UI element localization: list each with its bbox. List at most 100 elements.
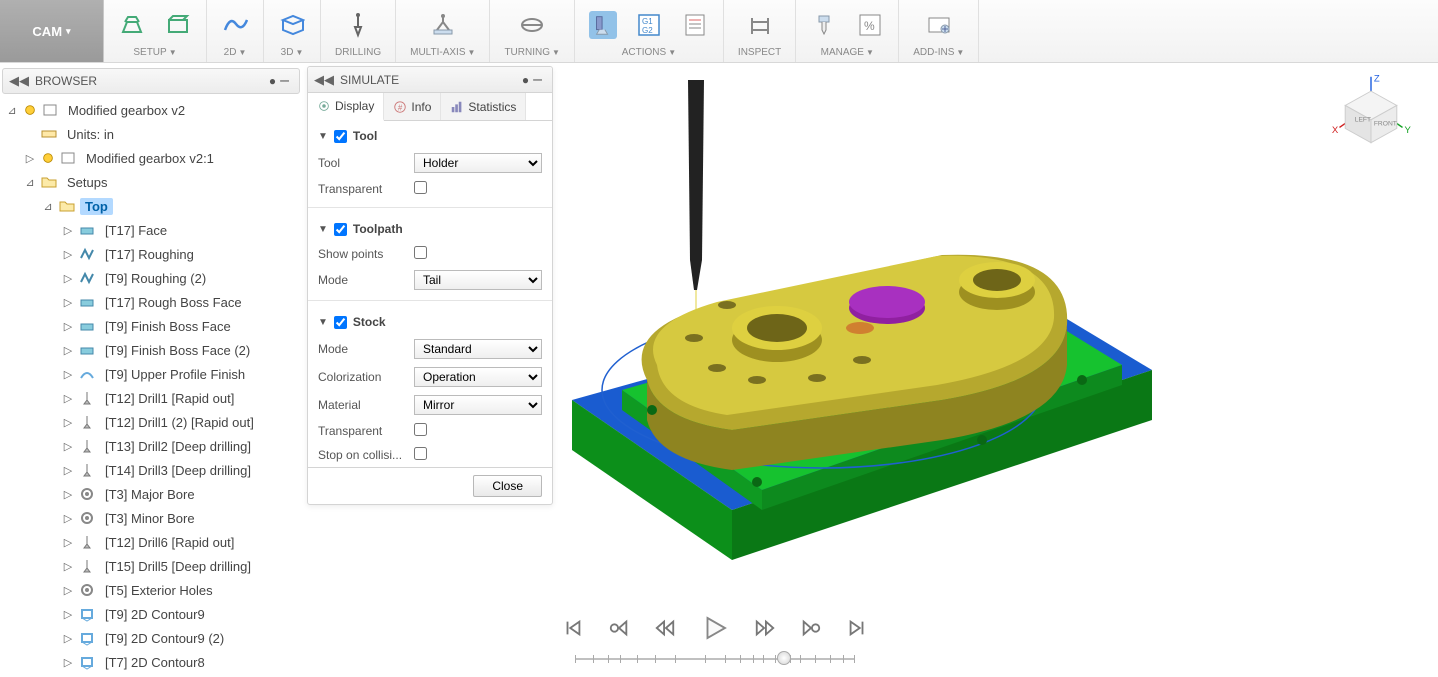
expand-icon[interactable]: ▷ (62, 536, 74, 549)
workspace-mode-button[interactable]: CAM ▾ (0, 0, 104, 62)
toolbar-group-label[interactable]: DRILLING (335, 47, 381, 58)
operation-row[interactable]: ▷[T17] Roughing (6, 242, 302, 266)
operation-row[interactable]: ▷[T12] Drill1 [Rapid out] (6, 386, 302, 410)
expand-icon[interactable]: ▷ (62, 632, 74, 645)
tab-info[interactable]: #Info (384, 93, 441, 120)
toolbar-group-label[interactable]: INSPECT (738, 47, 781, 58)
section-tool[interactable]: ▼Tool (308, 121, 552, 149)
toolbar-icon[interactable] (344, 11, 372, 39)
toolbar-icon[interactable] (589, 11, 617, 39)
tree-root[interactable]: ⊿ Modified gearbox v2 (6, 98, 302, 122)
tree-setup-top[interactable]: ⊿ Top (6, 194, 302, 218)
expand-icon[interactable]: ▷ (62, 440, 74, 453)
expand-icon[interactable]: ▷ (62, 224, 74, 237)
tree-units[interactable]: Units: in (6, 122, 302, 146)
part-model[interactable] (562, 80, 1168, 580)
panel-min-icon[interactable]: – (280, 77, 289, 85)
close-button[interactable]: Close (473, 475, 542, 497)
toolbar-icon[interactable] (925, 11, 953, 39)
step-back-button[interactable] (608, 617, 630, 639)
expand-icon[interactable]: ▷ (62, 584, 74, 597)
operation-row[interactable]: ▷[T5] Exterior Holes (6, 578, 302, 602)
toolpath-enable-checkbox[interactable] (334, 223, 347, 236)
operation-row[interactable]: ▷[T17] Rough Boss Face (6, 290, 302, 314)
viewcube[interactable]: Z X Y LEFT FRONT (1328, 72, 1414, 158)
showpoints-checkbox[interactable] (414, 246, 427, 259)
panel-options-icon[interactable]: ● (522, 73, 529, 87)
toolbar-group-label[interactable]: MANAGE▼ (821, 47, 874, 58)
toolbar-group-label[interactable]: TURNING▼ (504, 47, 559, 58)
tree-setups[interactable]: ⊿ Setups (6, 170, 302, 194)
play-button[interactable] (700, 613, 730, 643)
toolbar-icon[interactable]: G1G2 (635, 11, 663, 39)
chevron-down-icon[interactable]: ▼ (318, 131, 328, 142)
expand-icon[interactable]: ▷ (62, 656, 74, 669)
playback-thumb[interactable] (777, 651, 791, 665)
expand-icon[interactable]: ▷ (24, 152, 36, 165)
toolbar-icon[interactable] (746, 11, 774, 39)
tool-enable-checkbox[interactable] (334, 130, 347, 143)
colorization-select[interactable]: Operation (414, 367, 542, 387)
toolbar-icon[interactable] (278, 11, 306, 39)
toolbar-group-label[interactable]: MULTI-AXIS▼ (410, 47, 475, 58)
toolbar-icon[interactable] (221, 11, 249, 39)
toolbar-icon[interactable]: % (856, 11, 884, 39)
chevron-down-icon[interactable]: ▼ (318, 317, 328, 328)
section-stock[interactable]: ▼Stock (308, 307, 552, 335)
operation-row[interactable]: ▷[T14] Drill3 [Deep drilling] (6, 458, 302, 482)
toolpath-mode-select[interactable]: Tail (414, 270, 542, 290)
toolbar-icon[interactable] (429, 11, 457, 39)
expand-icon[interactable]: ▷ (62, 368, 74, 381)
toolbar-group-label[interactable]: ADD-INS▼ (913, 47, 964, 58)
step-forward-button[interactable] (800, 617, 822, 639)
operation-row[interactable]: ▷[T17] Face (6, 218, 302, 242)
section-toolpath[interactable]: ▼Toolpath (308, 214, 552, 242)
operation-row[interactable]: ▷[T13] Drill2 [Deep drilling] (6, 434, 302, 458)
expand-icon[interactable]: ▷ (62, 272, 74, 285)
panel-options-icon[interactable]: ● (269, 74, 276, 88)
expand-icon[interactable]: ⊿ (42, 200, 54, 213)
operation-row[interactable]: ▷[T9] 2D Contour9 (6, 602, 302, 626)
expand-icon[interactable]: ▷ (62, 488, 74, 501)
stop-collision-checkbox[interactable] (414, 447, 427, 460)
expand-icon[interactable]: ▷ (62, 392, 74, 405)
skip-end-button[interactable] (846, 617, 868, 639)
expand-icon[interactable]: ▷ (62, 416, 74, 429)
toolbar-icon[interactable] (518, 11, 546, 39)
skip-start-button[interactable] (562, 617, 584, 639)
expand-icon[interactable]: ▷ (62, 344, 74, 357)
operation-row[interactable]: ▷[T3] Major Bore (6, 482, 302, 506)
operation-row[interactable]: ▷[T12] Drill6 [Rapid out] (6, 530, 302, 554)
stock-transparent-checkbox[interactable] (414, 423, 427, 436)
toolbar-group-label[interactable]: 2D▼ (224, 47, 247, 58)
expand-icon[interactable]: ⊿ (6, 104, 18, 117)
toolbar-icon[interactable] (681, 11, 709, 39)
tab-display[interactable]: Display (308, 93, 384, 121)
toolbar-group-label[interactable]: ACTIONS▼ (622, 47, 676, 58)
toolbar-icon[interactable] (810, 11, 838, 39)
operation-row[interactable]: ▷[T9] Finish Boss Face (6, 314, 302, 338)
operation-row[interactable]: ▷[T9] Roughing (2) (6, 266, 302, 290)
material-select[interactable]: Mirror (414, 395, 542, 415)
tool-transparent-checkbox[interactable] (414, 181, 427, 194)
expand-icon[interactable]: ▷ (62, 296, 74, 309)
operation-row[interactable]: ▷[T3] Minor Bore (6, 506, 302, 530)
toolbar-icon[interactable] (164, 11, 192, 39)
expand-icon[interactable]: ▷ (62, 608, 74, 621)
toolbar-icon[interactable] (118, 11, 146, 39)
toolbar-group-label[interactable]: 3D▼ (281, 47, 304, 58)
toolbar-group-label[interactable]: SETUP▼ (133, 47, 176, 58)
expand-icon[interactable]: ⊿ (24, 176, 36, 189)
chevron-down-icon[interactable]: ▼ (318, 224, 328, 235)
collapse-icon[interactable]: ◀◀ (314, 72, 334, 88)
stock-mode-select[interactable]: Standard (414, 339, 542, 359)
tool-select[interactable]: Holder (414, 153, 542, 173)
panel-min-icon[interactable]: – (533, 76, 542, 84)
operation-row[interactable]: ▷[T9] Upper Profile Finish (6, 362, 302, 386)
operation-row[interactable]: ▷[T9] Finish Boss Face (2) (6, 338, 302, 362)
collapse-icon[interactable]: ◀◀ (9, 73, 29, 89)
operation-row[interactable]: ▷[T7] 2D Contour8 (6, 650, 302, 674)
expand-icon[interactable]: ▷ (62, 464, 74, 477)
stock-enable-checkbox[interactable] (334, 316, 347, 329)
expand-icon[interactable]: ▷ (62, 512, 74, 525)
